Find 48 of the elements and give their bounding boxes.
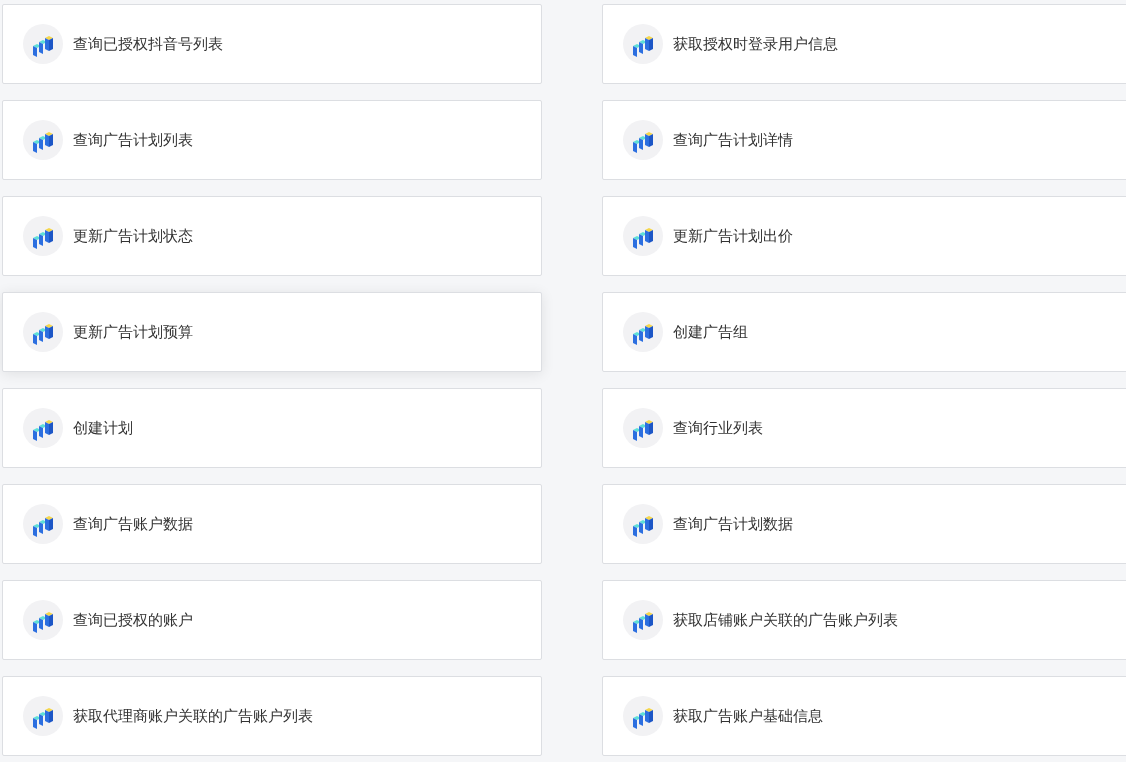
bar-chart-icon [623, 24, 663, 64]
api-name: 查询广告计划列表 [73, 130, 193, 150]
api-name: 查询已授权的账户 [73, 610, 193, 630]
api-name: 获取代理商账户关联的广告账户列表 [73, 706, 313, 726]
bar-chart-icon [23, 216, 63, 256]
bar-chart-icon [23, 504, 63, 544]
bar-chart-icon [623, 696, 663, 736]
api-name: 查询行业列表 [673, 418, 763, 438]
api-card[interactable]: 更新广告计划预算 [2, 292, 542, 372]
api-card[interactable]: 创建计划 [2, 388, 542, 468]
bar-chart-icon [623, 504, 663, 544]
bar-chart-icon [23, 312, 63, 352]
api-name: 获取广告账户基础信息 [673, 706, 823, 726]
api-card[interactable]: 更新广告计划状态 [2, 196, 542, 276]
api-card[interactable]: 查询广告计划详情 [602, 100, 1126, 180]
api-card[interactable]: 查询广告计划数据 [602, 484, 1126, 564]
api-name: 创建广告组 [673, 322, 748, 342]
api-card[interactable]: 创建广告组 [602, 292, 1126, 372]
api-name: 更新广告计划状态 [73, 226, 193, 246]
api-card[interactable]: 查询广告账户数据 [2, 484, 542, 564]
bar-chart-icon [23, 24, 63, 64]
bar-chart-icon [23, 696, 63, 736]
api-name: 查询广告账户数据 [73, 514, 193, 534]
api-name: 更新广告计划预算 [73, 322, 193, 342]
bar-chart-icon [623, 312, 663, 352]
api-card[interactable]: 获取店铺账户关联的广告账户列表 [602, 580, 1126, 660]
api-name: 查询广告计划数据 [673, 514, 793, 534]
api-name: 创建计划 [73, 418, 133, 438]
api-card[interactable]: 查询行业列表 [602, 388, 1126, 468]
bar-chart-icon [23, 600, 63, 640]
api-name: 获取店铺账户关联的广告账户列表 [673, 610, 898, 630]
bar-chart-icon [623, 216, 663, 256]
api-name: 更新广告计划出价 [673, 226, 793, 246]
api-name: 查询已授权抖音号列表 [73, 34, 223, 54]
api-name: 查询广告计划详情 [673, 130, 793, 150]
bar-chart-icon [623, 600, 663, 640]
bar-chart-icon [623, 408, 663, 448]
bar-chart-icon [23, 120, 63, 160]
api-card[interactable]: 查询已授权的账户 [2, 580, 542, 660]
api-card[interactable]: 查询广告计划列表 [2, 100, 542, 180]
api-card[interactable]: 获取代理商账户关联的广告账户列表 [2, 676, 542, 756]
api-card[interactable]: 查询已授权抖音号列表 [2, 4, 542, 84]
api-card[interactable]: 获取广告账户基础信息 [602, 676, 1126, 756]
bar-chart-icon [23, 408, 63, 448]
api-card[interactable]: 获取授权时登录用户信息 [602, 4, 1126, 84]
api-name: 获取授权时登录用户信息 [673, 34, 838, 54]
api-card[interactable]: 更新广告计划出价 [602, 196, 1126, 276]
bar-chart-icon [623, 120, 663, 160]
